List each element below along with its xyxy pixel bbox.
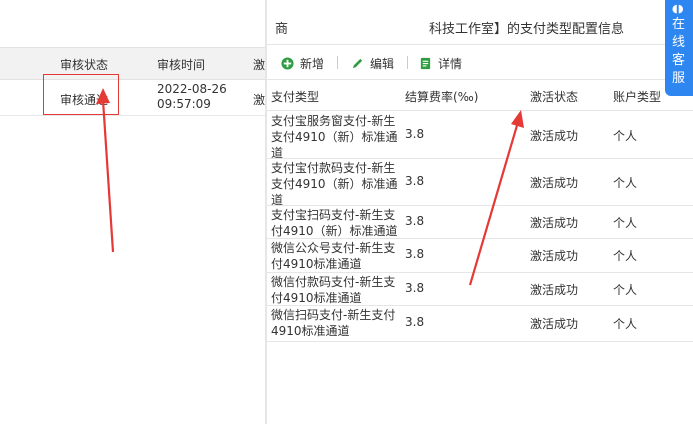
- activation-status-cell: 激活成功: [530, 283, 579, 297]
- table-row[interactable]: 支付宝服务窗支付-新生支付4910（新）标准通道 3.8 激活成功 个人: [267, 111, 693, 160]
- details-button[interactable]: 详情: [419, 54, 462, 72]
- plus-icon: [281, 56, 294, 70]
- pencil-icon: [352, 58, 363, 68]
- settlement-rate-cell: 3.8: [405, 174, 425, 188]
- activation-status-cell: 激活成功: [530, 249, 579, 263]
- headset-icon: ◖◗: [672, 2, 684, 15]
- table-row[interactable]: 微信付款码支付-新生支付4910标准通道 3.8 激活成功 个人: [267, 272, 693, 306]
- edit-button-label: 编辑: [370, 56, 395, 71]
- config-table-header: 支付类型 结算费率(‰) 激活状态 账户类型: [267, 80, 693, 111]
- account-type-cell: 个人: [613, 216, 638, 230]
- online-service-label: 在线客服: [672, 17, 686, 86]
- payment-type-cell: 支付宝付款码支付-新生支付4910（新）标准通道: [271, 161, 398, 207]
- audit-date-cell: 2022-08-26: [157, 82, 227, 96]
- header-audit-time: 审核时间: [157, 58, 206, 72]
- table-row[interactable]: 支付宝付款码支付-新生支付4910（新）标准通道 3.8 激活成功 个人: [267, 158, 693, 207]
- payment-type-cell: 微信付款码支付-新生支付4910标准通道: [271, 275, 396, 305]
- account-type-cell: 个人: [613, 129, 638, 143]
- settlement-rate-cell: 3.8: [405, 214, 425, 228]
- settlement-rate-cell: 3.8: [405, 247, 425, 261]
- activation-status-cell: 激活成功: [530, 129, 579, 143]
- table-row[interactable]: 支付宝扫码支付-新生支付4910（新）标准通道 3.8 激活成功 个人: [267, 205, 693, 239]
- edit-button[interactable]: 编辑: [351, 54, 394, 72]
- activation-partial-cell: 激: [253, 93, 266, 107]
- payment-type-cell: 微信公众号支付-新生支付4910标准通道: [271, 241, 396, 271]
- action-toolbar: 新增 编辑 详情: [267, 45, 693, 80]
- left-toolbar-area: [0, 0, 265, 47]
- payment-type-cell: 支付宝服务窗支付-新生支付4910（新）标准通道: [271, 114, 398, 160]
- left-table-header: 审核状态 审核时间 激: [0, 47, 265, 80]
- audit-clock-cell: 09:57:09: [157, 97, 211, 111]
- header-payment-type: 支付类型: [271, 90, 320, 104]
- toolbar-separator: [407, 56, 408, 69]
- table-row[interactable]: 微信公众号支付-新生支付4910标准通道 3.8 激活成功 个人: [267, 238, 693, 273]
- add-button-label: 新增: [300, 56, 325, 71]
- header-account-type: 账户类型: [613, 90, 662, 104]
- annotation-highlight-box: [43, 74, 119, 115]
- header-settlement-rate: 结算费率(‰): [405, 90, 479, 104]
- settlement-rate-cell: 3.8: [405, 315, 425, 329]
- account-type-cell: 个人: [613, 249, 638, 263]
- toolbar-separator: [337, 56, 338, 69]
- dialog-title-prefix: 商: [275, 22, 289, 37]
- dialog-title-bar: 商 科技工作室】的支付类型配置信息: [267, 0, 693, 45]
- activation-status-cell: 激活成功: [530, 176, 579, 190]
- table-row[interactable]: 微信扫码支付-新生支付4910标准通道 3.8 激活成功 个人: [267, 305, 693, 342]
- activation-status-cell: 激活成功: [530, 317, 579, 331]
- activation-status-cell: 激活成功: [530, 216, 579, 230]
- document-icon: [420, 57, 431, 69]
- payment-type-cell: 微信扫码支付-新生支付4910标准通道: [271, 308, 396, 338]
- settlement-rate-cell: 3.8: [405, 127, 425, 141]
- header-activation-status: 激活状态: [530, 90, 579, 104]
- left-panel: 审核状态 审核时间 激 审核通过 2022-08-26 09:57:09 激: [0, 0, 265, 424]
- header-audit-status: 审核状态: [60, 58, 109, 72]
- header-activation-partial: 激: [253, 58, 266, 72]
- add-button[interactable]: 新增: [281, 54, 324, 72]
- payment-type-cell: 支付宝扫码支付-新生支付4910（新）标准通道: [271, 208, 398, 238]
- details-button-label: 详情: [438, 56, 463, 71]
- payment-config-dialog: 商 科技工作室】的支付类型配置信息 新增 编辑 详情 支付类型 结算费率(‰) …: [267, 0, 693, 424]
- account-type-cell: 个人: [613, 317, 638, 331]
- settlement-rate-cell: 3.8: [405, 281, 425, 295]
- online-service-tab[interactable]: ◖◗ 在线客服: [665, 0, 693, 96]
- dialog-title: 科技工作室】的支付类型配置信息: [429, 22, 625, 37]
- table-row[interactable]: 审核通过 2022-08-26 09:57:09 激: [0, 79, 265, 116]
- account-type-cell: 个人: [613, 176, 638, 190]
- account-type-cell: 个人: [613, 283, 638, 297]
